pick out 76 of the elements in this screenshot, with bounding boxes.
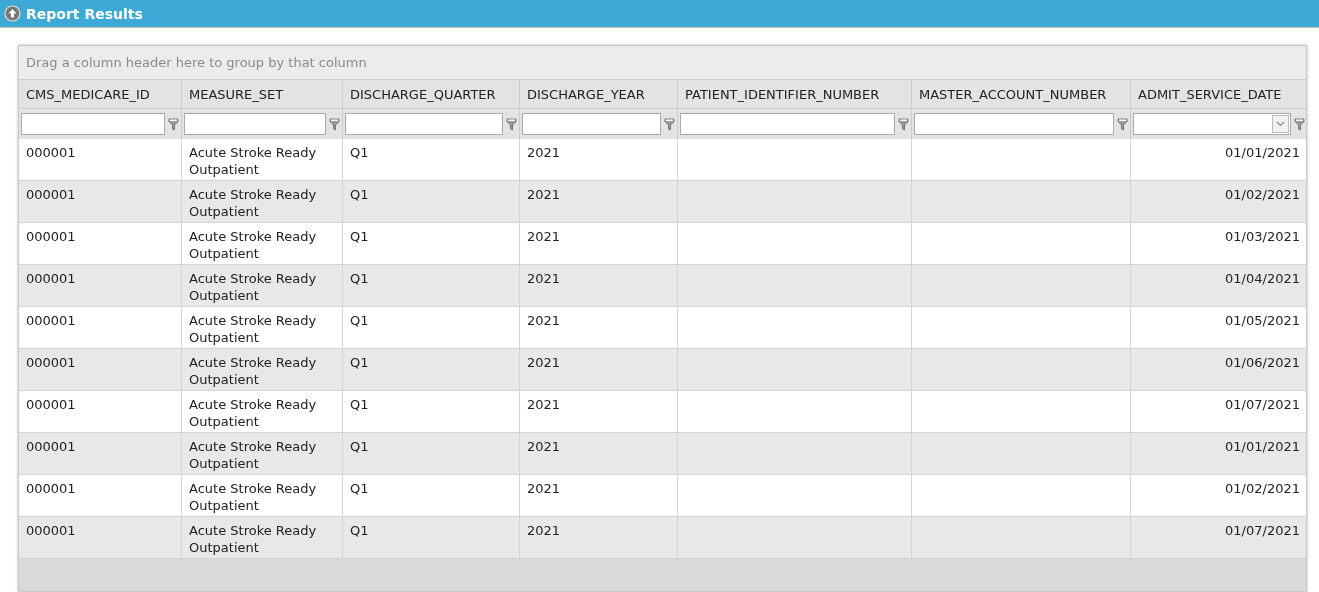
table-cell: 000001 [19, 265, 182, 307]
table-cell: 2021 [520, 307, 678, 349]
table-cell: Acute Stroke Ready Outpatient [182, 475, 343, 517]
table-cell: 000001 [19, 307, 182, 349]
table-cell: Acute Stroke Ready Outpatient [182, 307, 343, 349]
column-header[interactable]: CMS_MEDICARE_ID [19, 80, 182, 109]
table-cell: 01/07/2021 [1131, 517, 1306, 559]
filter-icon[interactable] [168, 117, 179, 131]
table-cell: 01/01/2021 [1131, 139, 1306, 181]
table-cell: Q1 [343, 349, 520, 391]
date-filter-field[interactable] [1133, 113, 1291, 135]
filter-icon[interactable] [1117, 117, 1128, 131]
filter-field[interactable] [914, 113, 1114, 135]
table-cell: Acute Stroke Ready Outpatient [182, 349, 343, 391]
table-cell: Acute Stroke Ready Outpatient [182, 139, 343, 181]
table-cell: 2021 [520, 349, 678, 391]
table-cell: 000001 [19, 475, 182, 517]
table-cell: 01/04/2021 [1131, 265, 1306, 307]
column-header[interactable]: PATIENT_IDENTIFIER_NUMBER [678, 80, 912, 109]
filter-field[interactable] [21, 113, 165, 135]
table-cell: 000001 [19, 391, 182, 433]
filter-icon[interactable] [664, 117, 675, 131]
filter-field[interactable] [680, 113, 895, 135]
chevron-down-icon [1276, 121, 1285, 127]
table-cell: 01/01/2021 [1131, 433, 1306, 475]
collapse-icon[interactable] [4, 5, 21, 22]
table-cell: 2021 [520, 223, 678, 265]
table-cell: 01/02/2021 [1131, 475, 1306, 517]
table-cell: Q1 [343, 181, 520, 223]
filter-field[interactable] [184, 113, 326, 135]
table-cell: 2021 [520, 265, 678, 307]
column-header[interactable]: MEASURE_SET [182, 80, 343, 109]
table-cell: Q1 [343, 139, 520, 181]
table-cell: Q1 [343, 433, 520, 475]
table-cell: 000001 [19, 517, 182, 559]
table-cell: Q1 [343, 475, 520, 517]
table-cell: Q1 [343, 391, 520, 433]
table-cell: 2021 [520, 139, 678, 181]
table-cell: Q1 [343, 223, 520, 265]
table-cell: Acute Stroke Ready Outpatient [182, 181, 343, 223]
table-cell: Q1 [343, 517, 520, 559]
panel-title: Report Results [26, 5, 143, 22]
table-cell: 000001 [19, 181, 182, 223]
table-cell: Acute Stroke Ready Outpatient [182, 433, 343, 475]
table-cell: 01/02/2021 [1131, 181, 1306, 223]
table-cell: 01/03/2021 [1131, 223, 1306, 265]
column-header[interactable]: MASTER_ACCOUNT_NUMBER [912, 80, 1131, 109]
table-cell: Acute Stroke Ready Outpatient [182, 517, 343, 559]
table-cell: 2021 [520, 517, 678, 559]
group-hint: Drag a column header here to group by that column [26, 55, 367, 70]
table-cell: 2021 [520, 475, 678, 517]
table-cell: 01/06/2021 [1131, 349, 1306, 391]
filter-icon[interactable] [1294, 117, 1305, 131]
table-cell: Q1 [343, 307, 520, 349]
table-cell: 000001 [19, 433, 182, 475]
table-cell: Q1 [343, 265, 520, 307]
table-cell: Acute Stroke Ready Outpatient [182, 265, 343, 307]
column-header[interactable]: DISCHARGE_QUARTER [343, 80, 520, 109]
table-cell: 2021 [520, 433, 678, 475]
dropdown-button[interactable] [1272, 115, 1289, 133]
filter-field[interactable] [522, 113, 661, 135]
filter-icon[interactable] [506, 117, 517, 131]
table-cell: 000001 [19, 139, 182, 181]
filter-field[interactable] [345, 113, 503, 135]
column-header[interactable]: DISCHARGE_YEAR [520, 80, 678, 109]
table-cell: Acute Stroke Ready Outpatient [182, 223, 343, 265]
table-cell: 01/05/2021 [1131, 307, 1306, 349]
column-header[interactable]: ADMIT_SERVICE_DATE [1131, 80, 1306, 109]
table-cell: 000001 [19, 223, 182, 265]
filter-icon[interactable] [898, 117, 909, 131]
table-cell: 2021 [520, 181, 678, 223]
table-cell: Acute Stroke Ready Outpatient [182, 391, 343, 433]
table-cell: 01/07/2021 [1131, 391, 1306, 433]
filter-icon[interactable] [329, 117, 340, 131]
table-cell: 000001 [19, 349, 182, 391]
table-cell: 2021 [520, 391, 678, 433]
